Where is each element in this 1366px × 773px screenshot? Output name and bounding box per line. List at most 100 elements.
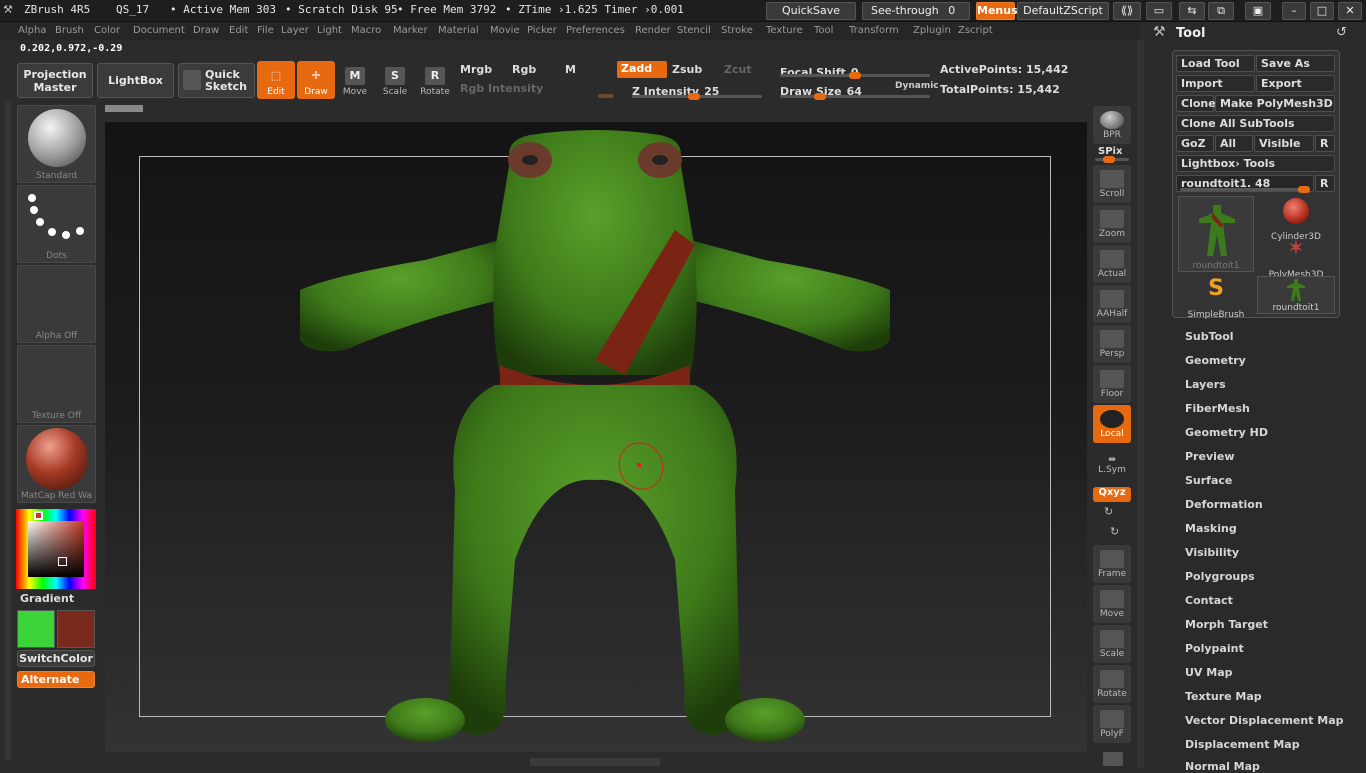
- xyz-rotate-button[interactable]: Qxyz: [1093, 487, 1131, 502]
- focal-shift-slider[interactable]: Focal Shift 0: [780, 61, 859, 80]
- menu-material[interactable]: Material: [438, 25, 479, 36]
- focal-shift-handle[interactable]: [849, 72, 861, 79]
- local-button[interactable]: Local: [1093, 405, 1131, 443]
- current-tool-handle[interactable]: [1298, 186, 1310, 193]
- clone-button[interactable]: Clone: [1176, 95, 1216, 112]
- menu-document[interactable]: Document: [133, 25, 185, 36]
- menu-deformation[interactable]: Deformation: [1185, 498, 1263, 511]
- transp-icon[interactable]: [1103, 752, 1123, 766]
- menu-movie[interactable]: Movie: [490, 25, 520, 36]
- move-mode-button[interactable]: M Move: [336, 61, 374, 99]
- rgb-intensity-slider[interactable]: Rgb Intensity: [460, 82, 543, 95]
- menu-masking[interactable]: Masking: [1185, 522, 1237, 535]
- z-intensity-track[interactable]: [632, 93, 762, 100]
- lock-icon[interactable]: ▣: [1245, 2, 1271, 20]
- gradient-toggle[interactable]: Gradient: [20, 592, 74, 605]
- quicksave-button[interactable]: QuickSave: [766, 2, 856, 20]
- rotate-z-icon[interactable]: ↻: [1110, 525, 1119, 538]
- rotate-view-button[interactable]: Rotate: [1093, 665, 1131, 703]
- scale-view-button[interactable]: Scale: [1093, 625, 1131, 663]
- document-canvas[interactable]: [105, 122, 1087, 752]
- menu-geometry-hd[interactable]: Geometry HD: [1185, 426, 1268, 439]
- menu-zplugin[interactable]: Zplugin: [913, 25, 951, 36]
- bpr-button[interactable]: BPR: [1093, 106, 1131, 144]
- switch-color-button[interactable]: SwitchColor: [17, 650, 95, 667]
- menu-geometry[interactable]: Geometry: [1185, 354, 1246, 367]
- rgb-intensity-handle[interactable]: [598, 94, 614, 98]
- minimize-icon[interactable]: –: [1282, 2, 1306, 20]
- hue-marker[interactable]: [34, 511, 43, 520]
- tool-thumb-polymesh3d[interactable]: ✶ PolyMesh3D: [1257, 236, 1335, 280]
- color-marker[interactable]: [58, 557, 67, 566]
- spix-handle[interactable]: [1103, 156, 1115, 163]
- rotate-y-icon[interactable]: ↻: [1104, 505, 1113, 518]
- brush-selector[interactable]: Standard: [17, 105, 96, 183]
- mrgb-toggle[interactable]: Mrgb: [460, 63, 492, 76]
- zadd-toggle[interactable]: Zadd: [617, 61, 667, 78]
- z-intensity-handle[interactable]: [688, 93, 700, 100]
- menu-polypaint[interactable]: Polypaint: [1185, 642, 1244, 655]
- menu-draw[interactable]: Draw: [193, 25, 219, 36]
- lsym-button[interactable]: ⇹ L.Sym: [1093, 455, 1131, 475]
- menu-texture[interactable]: Texture: [766, 25, 803, 36]
- menu-contact[interactable]: Contact: [1185, 594, 1233, 607]
- actual-button[interactable]: Actual: [1093, 245, 1131, 283]
- edit-mode-button[interactable]: ⬚ Edit: [257, 61, 295, 99]
- draw-size-track[interactable]: [780, 93, 930, 100]
- menu-surface[interactable]: Surface: [1185, 474, 1232, 487]
- load-tool-button[interactable]: Load Tool: [1176, 55, 1255, 72]
- menu-texture-map[interactable]: Texture Map: [1185, 690, 1262, 703]
- menu-edit[interactable]: Edit: [229, 25, 248, 36]
- alternate-button[interactable]: Alternate: [17, 671, 95, 688]
- clone-all-subtools-button[interactable]: Clone All SubTools: [1176, 115, 1335, 132]
- zoom-button[interactable]: Zoom: [1093, 205, 1131, 243]
- quick-sketch-button[interactable]: Quick Sketch: [178, 63, 255, 98]
- menu-transform[interactable]: Transform: [849, 25, 899, 36]
- projection-master-button[interactable]: Projection Master: [17, 63, 93, 98]
- stack-layout-icon[interactable]: ⧉: [1208, 2, 1234, 20]
- main-color-swatch[interactable]: [17, 610, 55, 648]
- menu-preview[interactable]: Preview: [1185, 450, 1235, 463]
- draw-mode-button[interactable]: ✛ Draw: [297, 61, 335, 99]
- move-view-button[interactable]: Move: [1093, 585, 1131, 623]
- goz-all-button[interactable]: All: [1215, 135, 1253, 152]
- menu-render[interactable]: Render: [635, 25, 671, 36]
- stroke-selector[interactable]: Dots: [17, 185, 96, 263]
- zcut-toggle[interactable]: Zcut: [724, 63, 752, 76]
- menu-zscript[interactable]: Zscript: [958, 25, 993, 36]
- save-as-button[interactable]: Save As: [1256, 55, 1335, 72]
- menu-vector-displacement-map[interactable]: Vector Displacement Map: [1185, 714, 1344, 727]
- spix-track[interactable]: [1095, 156, 1129, 163]
- lightbox-button[interactable]: LightBox: [97, 63, 174, 98]
- goz-visible-button[interactable]: Visible: [1254, 135, 1314, 152]
- goz-r-button[interactable]: R: [1315, 135, 1335, 152]
- m-toggle[interactable]: M: [565, 63, 576, 76]
- menu-uv-map[interactable]: UV Map: [1185, 666, 1233, 679]
- floor-button[interactable]: Floor: [1093, 365, 1131, 403]
- lightbox-tools-button[interactable]: Lightbox› Tools: [1176, 155, 1335, 172]
- dynamic-toggle[interactable]: Dynamic: [895, 81, 939, 91]
- menu-displacement-map[interactable]: Displacement Map: [1185, 738, 1300, 751]
- menu-marker[interactable]: Marker: [393, 25, 428, 36]
- maximize-icon[interactable]: □: [1310, 2, 1334, 20]
- rotate-mode-button[interactable]: R Rotate: [416, 61, 454, 99]
- menu-file[interactable]: File: [257, 25, 274, 36]
- left-dock-handle[interactable]: [5, 100, 11, 760]
- current-tool-track[interactable]: [1180, 186, 1310, 193]
- make-polymesh3d-button[interactable]: Make PolyMesh3D: [1215, 95, 1335, 112]
- export-button[interactable]: Export: [1256, 75, 1335, 92]
- palette-icon[interactable]: ▭: [1146, 2, 1172, 20]
- document-tab[interactable]: [105, 105, 143, 112]
- current-tool-r-button[interactable]: R: [1315, 175, 1335, 192]
- menu-brush[interactable]: Brush: [55, 25, 84, 36]
- goz-button[interactable]: GoZ: [1176, 135, 1214, 152]
- tool-palette-title[interactable]: Tool: [1176, 26, 1205, 41]
- draw-size-handle[interactable]: [814, 93, 826, 100]
- menu-stencil[interactable]: Stencil: [677, 25, 711, 36]
- scale-mode-button[interactable]: S Scale: [376, 61, 414, 99]
- menu-normal-map[interactable]: Normal Map: [1185, 760, 1260, 773]
- tool-thumb-cylinder3d[interactable]: Cylinder3D: [1257, 196, 1335, 242]
- tool-thumb-roundtoit1[interactable]: roundtoit1: [1178, 196, 1254, 272]
- frog-model[interactable]: [295, 130, 895, 745]
- menus-button[interactable]: Menus: [976, 2, 1018, 20]
